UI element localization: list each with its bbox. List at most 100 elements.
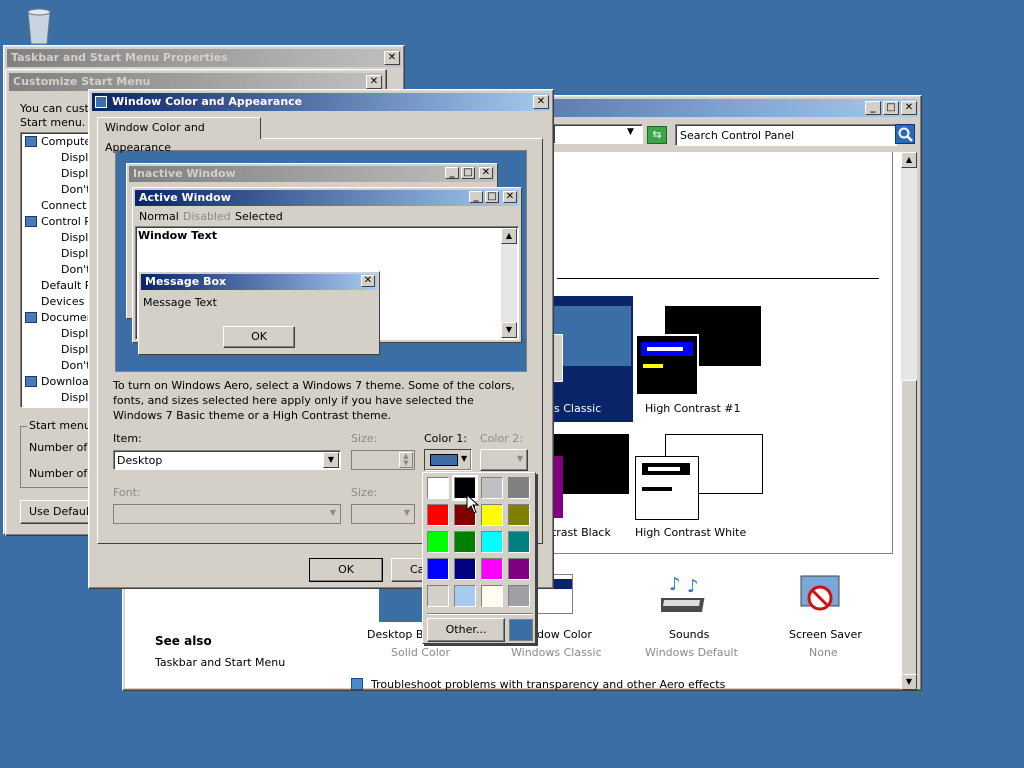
screen-saver-label[interactable]: Screen Saver	[789, 628, 862, 641]
ok-button[interactable]: OK	[309, 558, 383, 582]
scroll-down-arrow[interactable]: ▼	[901, 674, 917, 690]
tree-item[interactable]: Displ	[61, 391, 88, 404]
theme-high-contrast-black[interactable]: ntrast Black	[545, 430, 633, 542]
font-size-select: ▼	[351, 504, 415, 524]
inactive-titlebar: Inactive Window	[129, 166, 495, 182]
chevron-down-icon[interactable]: ▼	[323, 452, 339, 468]
tree-item-label: Displ	[61, 247, 89, 260]
color-swatch[interactable]	[427, 585, 449, 607]
hc-bar-yellow	[643, 364, 663, 368]
svg-text:♪: ♪	[687, 576, 699, 597]
color-swatch[interactable]	[427, 558, 449, 580]
color-swatch[interactable]	[427, 477, 449, 499]
color1-button[interactable]: ▼	[424, 449, 472, 471]
tree-item[interactable]: Displ	[61, 247, 88, 260]
tree-item[interactable]: Compute	[25, 135, 91, 148]
palette-divider	[427, 613, 533, 615]
svg-text:♪: ♪	[669, 574, 681, 595]
sounds-label[interactable]: Sounds	[669, 628, 709, 641]
tree-item-label: Displ	[61, 231, 89, 244]
theme-preview-front	[635, 334, 699, 396]
theme-windows-classic[interactable]: ws Classic	[545, 296, 633, 422]
maximize-button[interactable]: □	[883, 101, 899, 115]
color-swatch[interactable]	[427, 531, 449, 553]
theme-high-contrast-1[interactable]: High Contrast #1	[633, 302, 773, 422]
item-label: Item:	[113, 432, 142, 445]
scroll-up-arrow[interactable]: ▲	[901, 152, 917, 168]
window-color-label[interactable]: dow Color	[537, 628, 592, 641]
color-swatch[interactable]	[508, 504, 530, 526]
color-swatch[interactable]	[454, 558, 476, 580]
search-input[interactable]: Search Control Panel	[675, 124, 897, 146]
search-icon[interactable]	[895, 124, 915, 144]
color-swatch[interactable]	[454, 585, 476, 607]
font-label: Font:	[113, 486, 141, 499]
tree-item[interactable]: Control P	[25, 215, 91, 228]
theme-high-contrast-white[interactable]: High Contrast White	[633, 430, 783, 542]
close-button[interactable]: ✕	[533, 95, 549, 109]
close-button[interactable]: ✕	[901, 101, 917, 115]
tree-item[interactable]: Displ	[61, 327, 88, 340]
shield-icon	[351, 678, 363, 690]
desktop-background-sub: Solid Color	[391, 646, 451, 659]
preview-area: Inactive Window _ □ ✕ Active Window _ □ …	[115, 150, 527, 372]
tree-item[interactable]: Displ	[61, 231, 88, 244]
scroll-thumb[interactable]	[901, 380, 917, 684]
hc-bar-blue	[641, 342, 693, 356]
tree-item[interactable]: Don't	[61, 183, 91, 196]
chevron-down-icon[interactable]: ▼	[627, 127, 634, 137]
color-swatch[interactable]	[481, 504, 503, 526]
color-swatch[interactable]	[481, 531, 503, 553]
color-swatch[interactable]	[508, 558, 530, 580]
color-swatch[interactable]	[508, 477, 530, 499]
tree-item[interactable]: Devices a	[41, 295, 95, 308]
minimize-button[interactable]: _	[865, 101, 881, 115]
other-color-button[interactable]: Other...	[427, 618, 505, 642]
tree-item[interactable]: Displ	[61, 167, 88, 180]
hcw-bar-1-inner	[648, 467, 680, 471]
sounds-icon[interactable]: ♪ ♪	[657, 572, 715, 620]
tree-item[interactable]: Don't	[61, 263, 91, 276]
color-swatch[interactable]	[481, 558, 503, 580]
control-panel-icon	[25, 216, 37, 227]
tree-item[interactable]: Connect	[41, 199, 86, 212]
tree-item[interactable]: Downloa	[25, 375, 89, 388]
screen-saver-icon[interactable]	[795, 572, 845, 620]
color-swatch[interactable]	[454, 531, 476, 553]
color-swatch[interactable]	[481, 477, 503, 499]
tree-item[interactable]: Default P	[41, 279, 91, 292]
msgbox-titlebar: Message Box	[141, 274, 377, 290]
scroll-up-arrow: ▲	[501, 228, 517, 244]
screen-saver-sub: None	[809, 646, 838, 659]
troubleshoot-link[interactable]: Troubleshoot problems with transparency …	[371, 678, 725, 691]
close-button[interactable]: ✕	[366, 75, 382, 89]
theme-label: High Contrast #1	[645, 402, 741, 415]
color-swatch[interactable]	[508, 531, 530, 553]
tree-item[interactable]: Displ	[61, 151, 88, 164]
tree-item-label: Default P	[41, 279, 92, 292]
computer-icon	[25, 136, 37, 147]
inner-scrollbar[interactable]: ▲ ▼	[901, 152, 917, 690]
scroll-down-arrow: ▼	[501, 322, 517, 338]
tab-window-color[interactable]: Window Color and Appearance	[97, 117, 261, 154]
tree-item[interactable]: Displ	[61, 343, 88, 356]
tree-item-label: Downloa	[41, 375, 89, 388]
tree-item[interactable]: Documen	[25, 311, 94, 324]
preview-min: _	[469, 191, 483, 203]
color-swatch[interactable]	[427, 504, 449, 526]
recycle-bin-icon[interactable]	[20, 6, 58, 46]
active-titlebar: Active Window	[135, 190, 519, 206]
close-button[interactable]: ✕	[384, 51, 400, 65]
tree-item-label: Displ	[61, 343, 89, 356]
tree-item[interactable]: Don't	[61, 359, 91, 372]
custom-color-swatch[interactable]	[509, 619, 533, 641]
see-also-taskbar-link[interactable]: Taskbar and Start Menu	[155, 656, 285, 669]
theme-label: ntrast Black	[545, 526, 611, 539]
spinner-arrows: ▲ ▼	[399, 452, 413, 468]
color1-label: Color 1:	[424, 432, 467, 445]
color-swatch[interactable]	[481, 585, 503, 607]
color-swatch[interactable]	[508, 585, 530, 607]
refresh-icon[interactable]: ⇆	[647, 126, 667, 144]
window-title: Customize Start Menu	[13, 75, 151, 88]
item-select[interactable]: Desktop ▼	[113, 450, 341, 470]
